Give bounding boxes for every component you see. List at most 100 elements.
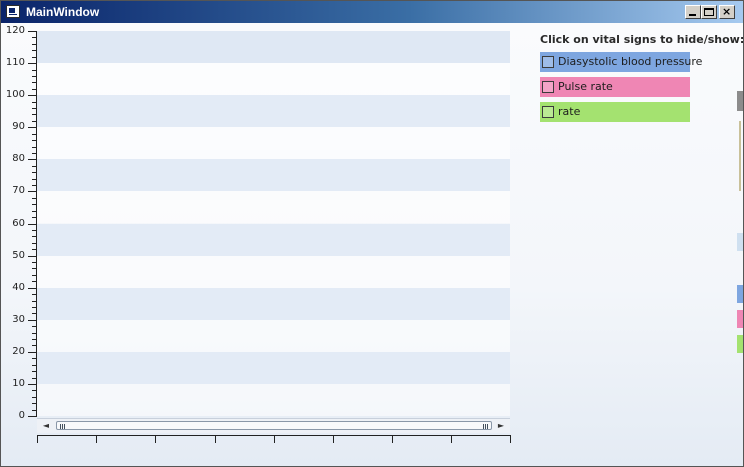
thumb-grip-right	[487, 424, 488, 429]
y-minor-tick	[32, 390, 36, 391]
plot-band	[37, 63, 510, 96]
legend-item-rate[interactable]: rate	[540, 102, 690, 122]
app-window-icon	[6, 5, 20, 18]
y-minor-tick	[32, 230, 36, 231]
y-minor-tick	[32, 108, 36, 109]
maximize-button[interactable]	[701, 5, 717, 19]
scrollbar-thumb[interactable]	[56, 421, 492, 430]
y-major-tick	[28, 256, 36, 257]
plot-band	[37, 159, 510, 192]
y-minor-tick	[32, 153, 36, 154]
y-minor-tick	[32, 217, 36, 218]
legend-item-diastolic[interactable]: Diasystolic blood pressure	[540, 52, 702, 72]
y-major-tick	[28, 63, 36, 64]
thumb-grip-left	[64, 424, 65, 429]
legend-checkbox[interactable]	[542, 81, 554, 93]
y-minor-tick	[32, 345, 36, 346]
scroll-right-arrow-icon[interactable]: ►	[494, 420, 508, 432]
x-major-tick	[451, 435, 452, 443]
y-minor-tick	[32, 243, 36, 244]
legend-label: Pulse rate	[558, 80, 613, 93]
y-minor-tick	[32, 185, 36, 186]
y-tick-label: 30	[12, 314, 25, 325]
x-major-tick	[392, 435, 393, 443]
y-tick-label: 0	[18, 410, 25, 421]
y-tick-label: 110	[5, 57, 25, 68]
x-major-tick	[215, 435, 216, 443]
y-minor-tick	[32, 102, 36, 103]
plot-band	[37, 223, 510, 256]
y-tick-label: 60	[12, 218, 25, 229]
y-major-tick	[28, 384, 36, 385]
plot-band	[37, 127, 510, 160]
y-minor-tick	[32, 89, 36, 90]
y-minor-tick	[32, 121, 36, 122]
y-minor-tick	[32, 114, 36, 115]
y-tick-label: 70	[12, 185, 25, 196]
title-bar[interactable]: MainWindow ×	[1, 1, 743, 23]
x-major-tick	[96, 435, 97, 443]
y-minor-tick	[32, 140, 36, 141]
y-minor-tick	[32, 172, 36, 173]
y-minor-tick	[32, 397, 36, 398]
horizontal-scrollbar[interactable]: ◄ ►	[37, 418, 510, 433]
y-minor-tick	[32, 268, 36, 269]
scroll-left-arrow-icon[interactable]: ◄	[39, 420, 53, 432]
y-major-tick	[28, 95, 36, 96]
y-minor-tick	[32, 50, 36, 51]
y-tick-label: 20	[12, 346, 25, 357]
y-minor-tick	[32, 294, 36, 295]
y-minor-tick	[32, 410, 36, 411]
y-tick-label: 80	[12, 153, 25, 164]
x-major-tick	[274, 435, 275, 443]
chart-plot-area[interactable]	[37, 31, 510, 416]
y-minor-tick	[32, 365, 36, 366]
close-button[interactable]: ×	[719, 5, 735, 19]
x-major-tick	[333, 435, 334, 443]
thumb-grip-right	[485, 424, 486, 429]
legend-checkbox[interactable]	[542, 56, 554, 68]
window-title: MainWindow	[26, 5, 100, 19]
y-major-tick	[28, 352, 36, 353]
thumb-grip-right	[483, 424, 484, 429]
y-tick-label: 50	[12, 250, 25, 261]
y-minor-tick	[32, 37, 36, 38]
y-minor-tick	[32, 275, 36, 276]
legend-checkbox[interactable]	[542, 106, 554, 118]
y-minor-tick	[32, 134, 36, 135]
y-minor-tick	[32, 76, 36, 77]
y-minor-tick	[32, 301, 36, 302]
x-major-tick	[37, 435, 38, 443]
y-minor-tick	[32, 307, 36, 308]
plot-band	[37, 287, 510, 320]
y-minor-tick	[32, 333, 36, 334]
y-minor-tick	[32, 358, 36, 359]
y-minor-tick	[32, 70, 36, 71]
y-minor-tick	[32, 179, 36, 180]
client-area: 0 10 20 30 40 50 60 70 80 90 100 110 120 ◄ ► Click o…	[1, 23, 743, 466]
y-axis-line	[36, 31, 37, 417]
y-major-tick	[28, 320, 36, 321]
y-tick-label: 90	[12, 121, 25, 132]
y-minor-tick	[32, 262, 36, 263]
y-major-tick	[28, 191, 36, 192]
plot-band	[37, 351, 510, 384]
y-minor-tick	[32, 147, 36, 148]
plot-band	[37, 191, 510, 224]
main-window: MainWindow × 0 10 20 30 40 50 60 70 80 90 100 110 12…	[0, 0, 744, 467]
x-major-tick	[155, 435, 156, 443]
y-minor-tick	[32, 236, 36, 237]
y-major-tick	[28, 31, 36, 32]
thumb-grip-left	[60, 424, 61, 429]
y-minor-tick	[32, 378, 36, 379]
legend-item-pulse-rate[interactable]: Pulse rate	[540, 77, 690, 97]
y-major-tick	[28, 288, 36, 289]
y-minor-tick	[32, 281, 36, 282]
y-minor-tick	[32, 313, 36, 314]
minimize-button[interactable]	[685, 5, 701, 19]
legend-header: Click on vital signs to hide/show:	[540, 33, 743, 46]
y-minor-tick	[32, 339, 36, 340]
legend-label: Diasystolic blood pressure	[558, 55, 703, 68]
y-minor-tick	[32, 211, 36, 212]
y-minor-tick	[32, 82, 36, 83]
